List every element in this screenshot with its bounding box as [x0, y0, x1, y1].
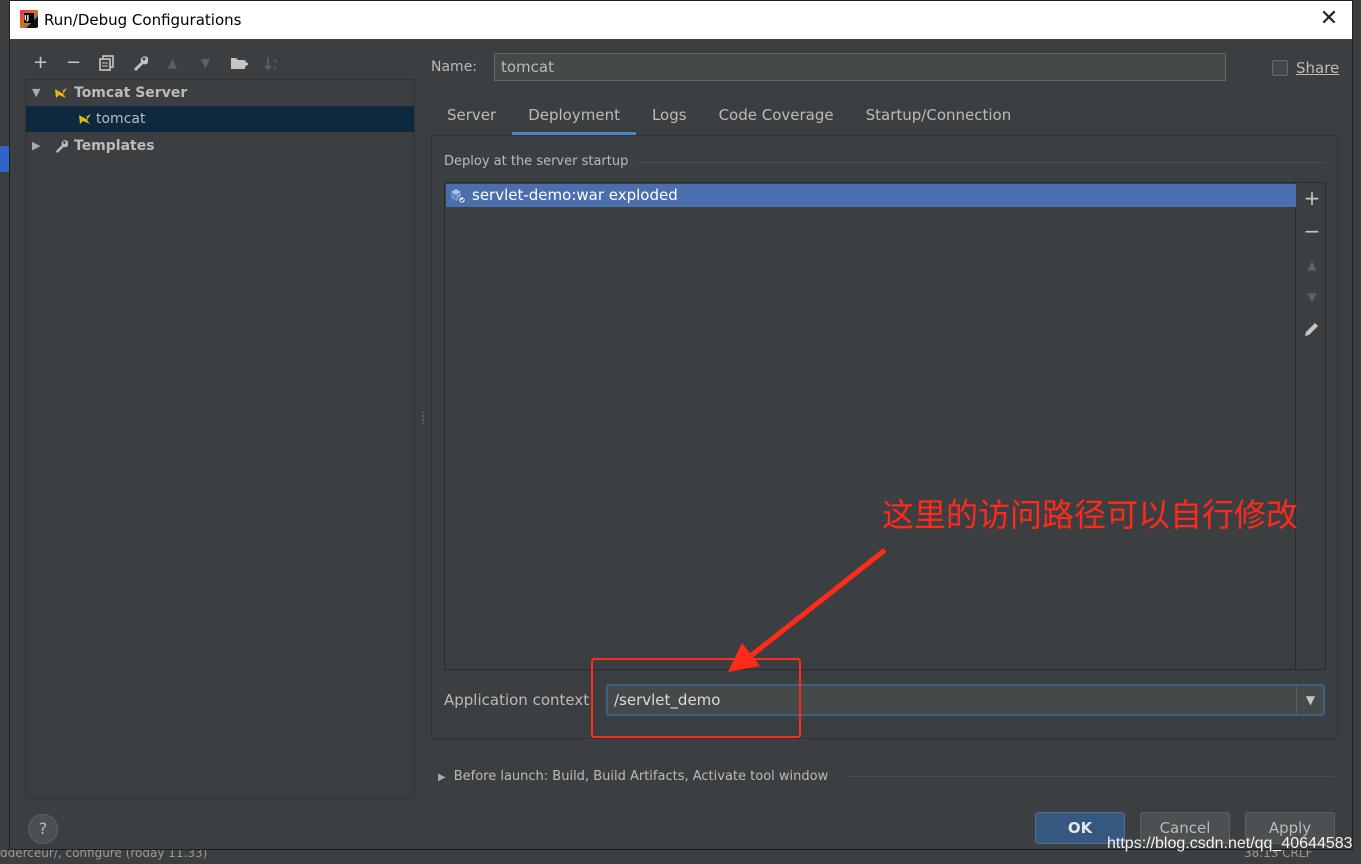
svg-text:z: z: [273, 64, 277, 71]
move-artifact-up-button[interactable]: ▲: [1298, 254, 1326, 278]
intellij-logo-icon: [20, 10, 38, 28]
deploy-group-title: Deploy at the server startup: [444, 154, 629, 169]
background-status-text: dderceur/, configure (roday 11.33): [0, 850, 208, 860]
wrench-icon[interactable]: [123, 51, 156, 77]
collapse-arrow-icon[interactable]: ▶: [32, 133, 40, 159]
tab-logs[interactable]: Logs: [636, 99, 703, 135]
deployment-panel: Deploy at the server startup servlet-dem…: [431, 135, 1338, 739]
copy-icon[interactable]: [90, 51, 123, 77]
remove-artifact-button[interactable]: −: [1298, 220, 1326, 244]
tab-startup-connection[interactable]: Startup/Connection: [850, 99, 1028, 135]
checkbox-box[interactable]: [1272, 60, 1288, 76]
folder-add-icon[interactable]: [222, 51, 255, 77]
tree-label: tomcat: [96, 111, 146, 127]
move-down-button[interactable]: ▼: [189, 51, 222, 77]
before-launch-divider: [848, 776, 1335, 777]
wrench-icon: [55, 140, 68, 153]
pencil-icon[interactable]: [1298, 317, 1326, 341]
background-ide-edge: [0, 0, 9, 864]
tree-node-tomcat-server[interactable]: ▼ Tomcat Server: [26, 80, 414, 106]
share-checkbox[interactable]: Share: [1272, 59, 1339, 77]
artifact-list[interactable]: servlet-demo:war exploded: [444, 182, 1296, 670]
background-selection: [0, 146, 9, 172]
artifact-icon: [451, 189, 466, 204]
artifact-toolbar: + − ▲ ▼: [1298, 182, 1326, 670]
list-item[interactable]: servlet-demo:war exploded: [446, 184, 1296, 207]
expand-arrow-icon[interactable]: ▼: [32, 80, 40, 106]
dialog-title: Run/Debug Configurations: [44, 11, 242, 29]
annotation-highlight-box: [591, 658, 801, 738]
tomcat-icon: [55, 88, 67, 98]
tree-label: Templates: [74, 138, 155, 154]
before-launch-section[interactable]: ▶ Before launch: Build, Build Artifacts, …: [438, 769, 828, 784]
config-tabs: Server Deployment Logs Code Coverage Sta…: [431, 99, 1027, 135]
config-tree: ▼ Tomcat Server tomcat ▶ Templates: [25, 79, 415, 799]
close-icon[interactable]: ✕: [1316, 7, 1342, 33]
name-label: Name:: [431, 59, 478, 75]
chevron-down-icon[interactable]: ▼: [1296, 686, 1324, 714]
application-context-label: Application context:: [444, 691, 595, 709]
sort-icon[interactable]: az: [255, 51, 288, 77]
tree-node-tomcat[interactable]: tomcat: [26, 106, 414, 132]
title-bar: Run/Debug Configurations ✕: [10, 1, 1352, 39]
tab-deployment[interactable]: Deployment: [512, 99, 636, 135]
move-artifact-down-button[interactable]: ▼: [1298, 286, 1326, 310]
move-up-button[interactable]: ▲: [156, 51, 189, 77]
tomcat-icon: [79, 114, 91, 124]
before-launch-label: Before launch: Build, Build Artifacts, A…: [453, 769, 829, 784]
add-artifact-button[interactable]: +: [1298, 187, 1326, 211]
splitter-handle[interactable]: ⋮ ⋮: [418, 412, 428, 426]
tab-server[interactable]: Server: [431, 99, 512, 135]
tree-node-templates[interactable]: ▶ Templates: [26, 133, 414, 159]
artifact-label: servlet-demo:war exploded: [472, 186, 678, 204]
add-config-button[interactable]: +: [24, 51, 57, 77]
tree-label: Tomcat Server: [74, 85, 188, 101]
name-field[interactable]: tomcat: [494, 53, 1226, 81]
annotation-text: 这里的访问路径可以自行修改: [882, 496, 1299, 534]
watermark-text: https://blog.csdn.net/qq_40644583: [1107, 835, 1353, 852]
tab-code-coverage[interactable]: Code Coverage: [703, 99, 850, 135]
share-label: Share: [1296, 59, 1340, 77]
help-button[interactable]: ?: [28, 814, 58, 844]
expand-arrow-icon[interactable]: ▶: [438, 772, 446, 783]
group-divider: [636, 162, 1326, 163]
config-toolbar: + − ▲ ▼ az: [24, 51, 288, 77]
background-ide-edge-right: [1353, 0, 1361, 864]
remove-config-button[interactable]: −: [57, 51, 90, 77]
